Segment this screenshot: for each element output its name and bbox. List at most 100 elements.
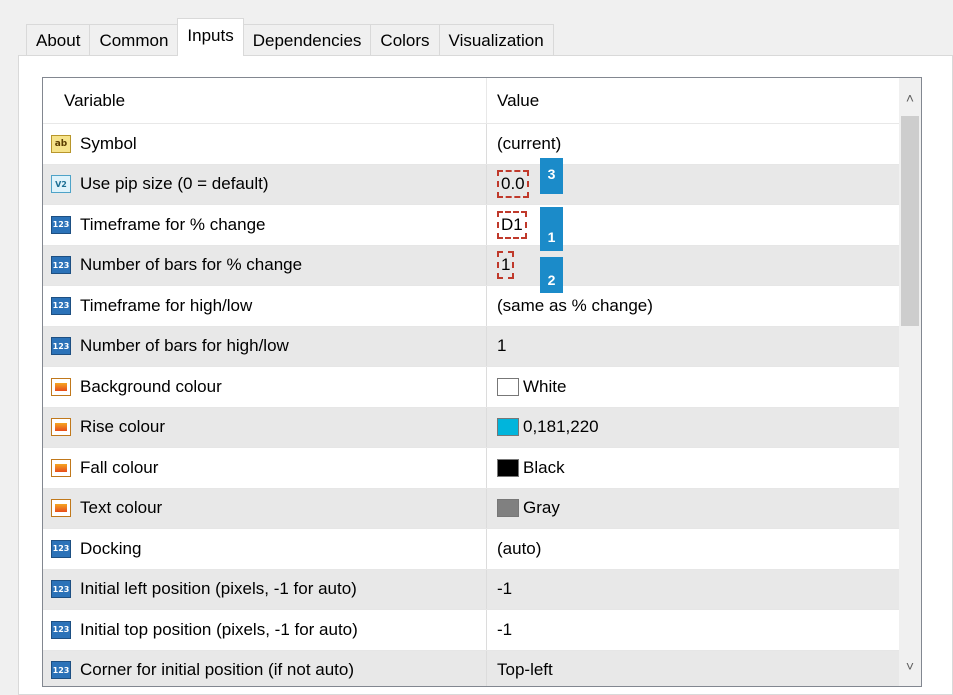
variable-cell: Background colour <box>43 367 487 407</box>
value-cell[interactable]: (auto) <box>487 529 921 569</box>
color-type-icon <box>51 499 71 518</box>
variable-label: Initial left position (pixels, -1 for au… <box>80 579 357 599</box>
tab-colors[interactable]: Colors <box>370 24 440 56</box>
value-cell[interactable]: -1 <box>487 610 921 650</box>
color-swatch[interactable] <box>497 458 519 477</box>
table-row[interactable]: 123 Docking (auto) <box>43 529 921 570</box>
value-cell[interactable]: Top-left <box>487 651 921 687</box>
variable-cell: Text colour <box>43 488 487 528</box>
column-header-value[interactable]: Value <box>487 78 921 123</box>
value-text: 0,181,220 <box>523 417 599 437</box>
integer-type-icon: 123 <box>51 296 71 315</box>
variable-cell: V2 Use pip size (0 = default) <box>43 164 487 204</box>
integer-type-icon: 123 <box>51 337 71 356</box>
variable-label: Text colour <box>80 498 163 518</box>
variable-label: Initial top position (pixels, -1 for aut… <box>80 619 358 639</box>
vertical-scrollbar[interactable]: ˄ ˅ <box>899 78 921 686</box>
table-row[interactable]: Background colour White <box>43 367 921 408</box>
color-type-icon <box>51 377 71 396</box>
variable-label: Number of bars for % change <box>80 255 303 275</box>
variable-cell: ab Symbol <box>43 124 487 164</box>
value-cell[interactable]: 0,181,220 <box>487 408 921 448</box>
string-type-icon: ab <box>51 134 71 153</box>
tab-about[interactable]: About <box>26 24 91 56</box>
value-text: White <box>523 376 567 396</box>
value-cell[interactable]: -1 <box>487 570 921 610</box>
variable-cell: 123 Docking <box>43 529 487 569</box>
tab-bar: About Common Inputs Dependencies Colors … <box>26 18 554 56</box>
table-row[interactable]: 123 Timeframe for % change D1 <box>43 205 921 246</box>
color-swatch[interactable] <box>497 377 519 396</box>
scroll-up-arrow-icon[interactable]: ˄ <box>899 78 921 118</box>
value-text: -1 <box>497 579 513 599</box>
inputs-table: Variable Value ab Symbol (current) V2 Use pi… <box>42 77 922 687</box>
table-row[interactable]: 123 Initial top position (pixels, -1 for … <box>43 610 921 651</box>
variable-cell: 123 Initial top position (pixels, -1 for … <box>43 610 487 650</box>
value-text: 1 <box>497 336 507 356</box>
color-swatch[interactable] <box>497 499 519 518</box>
value-text: Black <box>523 457 565 477</box>
variable-cell: 123 Number of bars for high/low <box>43 326 487 366</box>
value-text: -1 <box>497 619 513 639</box>
variable-label: Number of bars for high/low <box>80 336 289 356</box>
value-cell[interactable]: White <box>487 367 921 407</box>
integer-type-icon: 123 <box>51 661 71 680</box>
variable-cell: 123 Number of bars for % change <box>43 245 487 285</box>
variable-label: Symbol <box>80 133 137 153</box>
table-row[interactable]: V2 Use pip size (0 = default) 0.0 <box>43 164 921 205</box>
variable-cell: Rise colour <box>43 407 487 447</box>
scrollbar-thumb[interactable] <box>901 116 919 326</box>
variable-label: Timeframe for high/low <box>80 295 253 315</box>
table-row[interactable]: Text colour Gray <box>43 488 921 529</box>
value-cell[interactable]: 1 <box>487 327 921 367</box>
table-row[interactable]: Rise colour 0,181,220 <box>43 407 921 448</box>
tab-dependencies[interactable]: Dependencies <box>242 24 372 56</box>
tab-visualization[interactable]: Visualization <box>438 24 554 56</box>
integer-type-icon: 123 <box>51 580 71 599</box>
value-text: Gray <box>523 498 560 518</box>
integer-type-icon: 123 <box>51 215 71 234</box>
tab-inputs[interactable]: Inputs <box>177 18 244 56</box>
value-text: (current) <box>497 133 562 153</box>
table-row[interactable]: 123 Number of bars for high/low 1 <box>43 326 921 367</box>
color-type-icon <box>51 418 71 437</box>
value-text: (same as % change) <box>497 295 653 315</box>
variable-label: Use pip size (0 = default) <box>80 174 269 194</box>
table-row[interactable]: 123 Initial left position (pixels, -1 for… <box>43 569 921 610</box>
variable-label: Corner for initial position (if not auto… <box>80 660 355 680</box>
value-cell[interactable]: Black <box>487 448 921 488</box>
value-cell[interactable]: Gray <box>487 489 921 529</box>
table-header: Variable Value <box>43 78 921 124</box>
integer-type-icon: 123 <box>51 539 71 558</box>
highlighted-value: D1 <box>497 210 527 239</box>
variable-cell: 123 Timeframe for % change <box>43 205 487 245</box>
highlighted-value: 1 <box>497 251 515 280</box>
variable-label: Background colour <box>80 376 222 396</box>
variable-label: Rise colour <box>80 417 166 437</box>
annotation-badge-2: 2 <box>540 257 563 293</box>
annotation-badge-1: 1 <box>540 207 563 251</box>
value-text: (auto) <box>497 538 542 558</box>
integer-type-icon: 123 <box>51 256 71 275</box>
variable-label: Docking <box>80 538 142 558</box>
integer-type-icon: 123 <box>51 620 71 639</box>
annotation-badge-3: 3 <box>540 158 563 194</box>
double-type-icon: V2 <box>51 175 71 194</box>
variable-cell: Fall colour <box>43 448 487 488</box>
table-row[interactable]: Fall colour Black <box>43 448 921 489</box>
scroll-down-arrow-icon[interactable]: ˅ <box>899 646 921 686</box>
tab-common[interactable]: Common <box>89 24 179 56</box>
highlighted-value: 0.0 <box>497 170 529 199</box>
value-text: Top-left <box>497 660 553 680</box>
table-row[interactable]: 123 Timeframe for high/low (same as % chan… <box>43 286 921 327</box>
table-row[interactable]: 123 Number of bars for % change 1 <box>43 245 921 286</box>
variable-label: Timeframe for % change <box>80 214 266 234</box>
color-swatch[interactable] <box>497 418 519 437</box>
color-type-icon <box>51 458 71 477</box>
variable-cell: 123 Timeframe for high/low <box>43 286 487 326</box>
table-row[interactable]: 123 Corner for initial position (if not a… <box>43 650 921 687</box>
variable-cell: 123 Corner for initial position (if not a… <box>43 650 487 686</box>
table-row[interactable]: ab Symbol (current) <box>43 124 921 165</box>
variable-cell: 123 Initial left position (pixels, -1 for… <box>43 569 487 609</box>
column-header-variable[interactable]: Variable <box>43 78 487 123</box>
